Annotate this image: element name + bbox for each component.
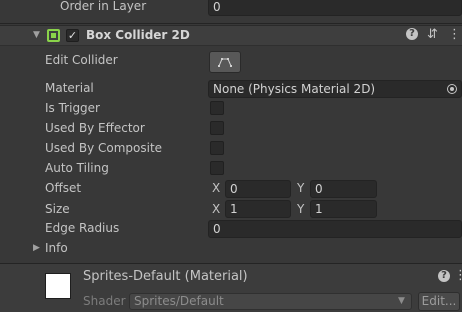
size-x-field[interactable]: 1	[225, 200, 291, 218]
is-trigger-checkbox[interactable]	[210, 101, 224, 115]
object-picker-icon[interactable]	[447, 84, 457, 94]
edit-collider-label: Edit Collider	[45, 53, 118, 67]
edit-collider-button[interactable]	[209, 51, 241, 73]
shader-label: Shader	[83, 294, 126, 308]
size-y-field[interactable]: 1	[310, 200, 377, 218]
divider	[0, 23, 462, 24]
size-x-axis-label[interactable]: X	[212, 202, 220, 216]
component-enabled-checkbox[interactable]: ✓	[66, 29, 79, 42]
used-by-composite-label: Used By Composite	[45, 141, 163, 155]
offset-x-field[interactable]: 0	[225, 180, 291, 198]
material-preview-thumbnail	[45, 273, 71, 299]
used-by-effector-label: Used By Effector	[45, 121, 145, 135]
offset-label: Offset	[45, 181, 82, 195]
preset-icon[interactable]: ⇵	[427, 27, 438, 42]
shader-value: Sprites/Default	[134, 294, 224, 308]
edge-radius-field[interactable]: 0	[208, 220, 462, 238]
material-asset-panel: Sprites-Default (Material) ? ⋮ Shader Sp…	[0, 264, 462, 312]
offset-y-field[interactable]: 0	[310, 180, 377, 198]
used-by-effector-checkbox[interactable]	[210, 121, 224, 135]
edge-radius-label: Edge Radius	[45, 221, 120, 235]
order-in-layer-field[interactable]: 0	[208, 0, 462, 16]
info-label: Info	[45, 241, 68, 255]
material-label: Material	[45, 81, 94, 95]
help-icon[interactable]: ?	[406, 28, 418, 40]
material-field[interactable]: None (Physics Material 2D)	[208, 80, 462, 98]
foldout-collapsed-icon: ▶	[33, 243, 40, 253]
material-asset-title: Sprites-Default (Material)	[83, 269, 248, 284]
offset-x-axis-label[interactable]: X	[212, 181, 220, 195]
used-by-composite-checkbox[interactable]	[210, 141, 224, 155]
foldout-expanded-icon[interactable]: ▼	[33, 30, 40, 40]
offset-y-axis-label[interactable]: Y	[297, 181, 304, 195]
chevron-down-icon: ▼	[398, 296, 405, 306]
order-in-layer-label: Order in Layer	[60, 0, 147, 13]
box-collider-icon	[47, 29, 60, 42]
kebab-menu-icon[interactable]: ⋮	[448, 27, 461, 42]
info-foldout[interactable]: ▶ Info	[33, 241, 93, 257]
component-title: Box Collider 2D	[86, 28, 190, 42]
size-label: Size	[45, 202, 70, 216]
auto-tiling-checkbox[interactable]	[210, 161, 224, 175]
is-trigger-label: Is Trigger	[45, 101, 100, 115]
size-y-axis-label[interactable]: Y	[297, 202, 304, 216]
material-value: None (Physics Material 2D)	[213, 82, 376, 96]
component-header[interactable]: ▼ ✓ Box Collider 2D ? ⇵ ⋮	[0, 25, 462, 46]
edit-shader-button[interactable]: Edit...	[418, 292, 460, 311]
help-icon[interactable]: ?	[438, 270, 450, 282]
auto-tiling-label: Auto Tiling	[45, 161, 109, 175]
kebab-menu-icon[interactable]: ⋮	[454, 268, 462, 283]
shader-dropdown[interactable]: Sprites/Default ▼	[129, 293, 412, 310]
edit-collider-icon	[218, 58, 232, 67]
